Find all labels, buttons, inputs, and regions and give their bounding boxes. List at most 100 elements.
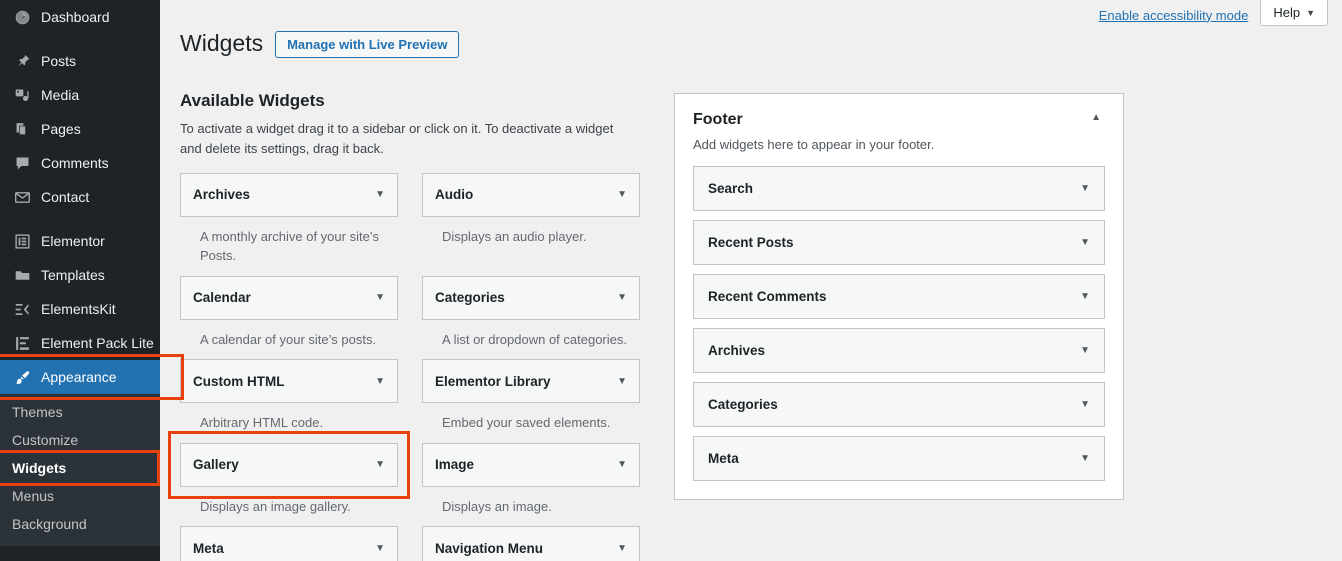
sidebar-item-dashboard[interactable]: Dashboard <box>0 0 160 34</box>
widget-title: Categories <box>435 290 505 306</box>
menu-separator <box>0 34 160 44</box>
available-widget-cell: Meta▼Login, RSS & WordPress.org links <box>180 526 398 561</box>
footer-widget-recent-posts[interactable]: Recent Posts ▼ <box>693 219 1105 265</box>
chevron-down-icon[interactable]: ▼ <box>1080 183 1090 194</box>
chevron-down-icon[interactable]: ▼ <box>617 543 627 554</box>
chevron-down-icon[interactable]: ▼ <box>617 459 627 470</box>
footer-widget-area: Footer ▲ Add widgets here to appear in y… <box>674 92 1124 500</box>
footer-widget-archives[interactable]: Archives ▼ <box>693 327 1105 373</box>
sidebar-item-label: Dashboard <box>41 9 110 25</box>
chevron-down-icon[interactable]: ▼ <box>617 189 627 200</box>
widget-description: Displays an audio player. <box>442 228 587 244</box>
comment-icon <box>12 153 32 173</box>
widget-title: Custom HTML <box>193 373 285 389</box>
element-pack-icon <box>12 333 32 353</box>
widget-description: A monthly archive of your site’s Posts. <box>200 228 379 264</box>
footer-widget-list: Search ▼ Recent Posts ▼ Recent Comments ▼ Arch… <box>693 165 1105 481</box>
sidebar-item-label: Posts <box>41 53 77 69</box>
footer-widget-title: Recent Comments <box>708 288 827 304</box>
submenu-item-label: Menus <box>12 488 55 504</box>
available-widgets-description: To activate a widget drag it to a sideba… <box>180 120 614 156</box>
pin-icon <box>12 51 32 71</box>
help-label: Help <box>1273 5 1301 20</box>
widget-card-gallery[interactable]: Gallery ▼ <box>180 442 398 487</box>
submenu-item-label: Widgets <box>12 460 67 476</box>
available-widget-cell: Gallery ▼ Displays an image gallery. <box>180 442 398 527</box>
widget-title: Navigation Menu <box>435 540 544 556</box>
footer-widget-title: Meta <box>708 450 739 466</box>
sidebar-item-appearance[interactable]: Appearance <box>0 360 168 394</box>
widget-card-image[interactable]: Image ▼ <box>422 442 640 487</box>
available-widget-cell: Elementor Library ▼ Embed your saved eleme… <box>422 359 640 443</box>
chevron-down-icon[interactable]: ▼ <box>1080 345 1090 356</box>
footer-panel-title: Footer <box>693 110 743 128</box>
sidebar-item-pages[interactable]: Pages <box>0 112 160 146</box>
widget-card-elementor-library[interactable]: Elementor Library ▼ <box>422 359 640 404</box>
chevron-down-icon[interactable]: ▼ <box>375 189 385 200</box>
media-icon <box>12 85 32 105</box>
footer-panel-description: Add widgets here to appear in your foote… <box>693 136 935 152</box>
widget-card-archives[interactable]: Archives ▼ <box>180 172 398 217</box>
widget-card-calendar[interactable]: Calendar ▼ <box>180 275 398 320</box>
chevron-down-icon[interactable]: ▼ <box>1080 237 1090 248</box>
enable-accessibility-mode-link[interactable]: Enable accessibility mode <box>1099 8 1249 23</box>
widget-title: Meta <box>193 540 224 556</box>
page-title: Widgets <box>180 30 264 57</box>
sidebar-item-elementor[interactable]: Elementor <box>0 224 160 258</box>
widget-card-custom-html[interactable]: Custom HTML ▼ <box>180 359 398 404</box>
elementskit-icon <box>12 299 32 319</box>
sidebar-item-label: Templates <box>41 267 105 283</box>
chevron-down-icon[interactable]: ▼ <box>375 459 385 470</box>
manage-with-live-preview-button[interactable]: Manage with Live Preview <box>275 30 460 59</box>
footer-widget-title: Search <box>708 180 754 196</box>
dashboard-icon <box>12 7 32 27</box>
footer-widget-meta[interactable]: Meta ▼ <box>693 435 1105 481</box>
chevron-down-icon[interactable]: ▼ <box>1080 291 1090 302</box>
sidebar-item-comments[interactable]: Comments <box>0 146 160 180</box>
submenu-item-label: Customize <box>12 432 79 448</box>
chevron-down-icon[interactable]: ▼ <box>1080 399 1090 410</box>
help-button[interactable]: Help ▼ <box>1260 0 1328 26</box>
available-widget-cell: Audio ▼ Displays an audio player. <box>422 172 640 276</box>
submenu-item-menus[interactable]: Menus <box>0 482 160 510</box>
footer-widget-categories[interactable]: Categories ▼ <box>693 381 1105 427</box>
submenu-item-customize[interactable]: Customize <box>0 426 160 454</box>
footer-widget-recent-comments[interactable]: Recent Comments ▼ <box>693 273 1105 319</box>
widget-card-audio[interactable]: Audio ▼ <box>422 172 640 217</box>
widget-card-categories[interactable]: Categories ▼ <box>422 275 640 320</box>
screen-meta-links: Enable accessibility mode Help ▼ <box>1099 0 1342 30</box>
chevron-down-icon: ▼ <box>1306 7 1315 18</box>
sidebar-item-templates[interactable]: Templates <box>0 258 160 292</box>
submenu-item-widgets[interactable]: Widgets <box>0 454 160 482</box>
sidebar-item-label: Media <box>41 87 80 103</box>
chevron-down-icon[interactable]: ▼ <box>617 292 627 303</box>
widget-title: Gallery <box>193 457 239 473</box>
sidebar-item-label: Element Pack Lite <box>41 335 154 351</box>
widget-title: Archives <box>193 187 251 203</box>
sidebar-item-media[interactable]: Media <box>0 78 160 112</box>
chevron-down-icon[interactable]: ▼ <box>375 543 385 554</box>
available-widgets-column: Available Widgets To activate a widget d… <box>180 75 640 561</box>
submenu-item-background[interactable]: Background <box>0 510 160 538</box>
submenu-item-themes[interactable]: Themes <box>0 398 160 426</box>
available-widget-cell: Navigation Menu▼Add a navigation menu to… <box>422 526 640 561</box>
widget-card-navigation-menu[interactable]: Navigation Menu ▼ <box>422 526 640 561</box>
chevron-down-icon[interactable]: ▼ <box>1080 453 1090 464</box>
chevron-down-icon[interactable]: ▼ <box>375 292 385 303</box>
wordpress-widgets-screen: Dashboard Posts Media Pages Comments Contact E… <box>0 0 1342 561</box>
chevron-down-icon[interactable]: ▼ <box>375 376 385 387</box>
admin-sidebar: Dashboard Posts Media Pages Comments Contact E… <box>0 0 168 561</box>
chevron-up-icon[interactable]: ▲ <box>1087 110 1105 125</box>
footer-widget-title: Recent Posts <box>708 234 794 250</box>
widget-card-meta[interactable]: Meta ▼ <box>180 526 398 561</box>
sidebar-item-elementskit[interactable]: ElementsKit <box>0 292 160 326</box>
available-widgets-heading: Available Widgets <box>180 90 325 110</box>
footer-widget-search[interactable]: Search ▼ <box>693 165 1105 211</box>
admin-menu-list: Dashboard Posts Media Pages Comments Contact E… <box>0 0 168 394</box>
sidebar-item-contact[interactable]: Contact <box>0 180 160 214</box>
sidebar-item-posts[interactable]: Posts <box>0 44 160 78</box>
widget-title: Image <box>435 457 475 473</box>
sidebar-item-element-pack-lite[interactable]: Element Pack Lite <box>0 326 160 360</box>
chevron-down-icon[interactable]: ▼ <box>617 376 627 387</box>
sidebar-item-label: ElementsKit <box>41 301 116 317</box>
